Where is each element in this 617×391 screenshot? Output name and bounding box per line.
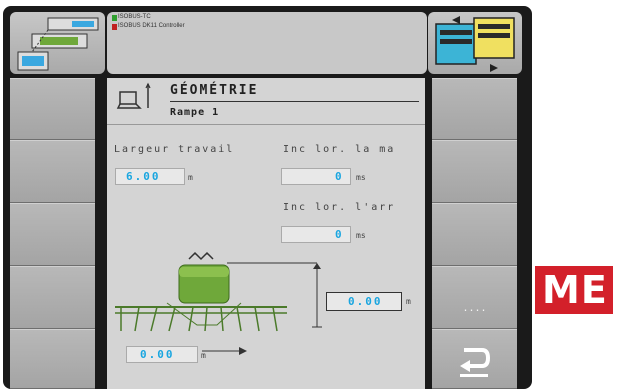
working-width-value: 6.00	[126, 170, 161, 183]
incl-front-label: Inc lor. la ma	[283, 144, 396, 155]
title-divider	[170, 101, 419, 102]
hitch-icon	[188, 251, 214, 261]
tc-status-icon	[112, 15, 117, 21]
incl-front-unit: ms	[356, 173, 366, 182]
right-softkey-2[interactable]	[432, 140, 517, 203]
switch-screen-icon	[435, 16, 515, 72]
header-line-1: ISOBUS-TC	[118, 14, 151, 20]
height-unit: m	[406, 297, 411, 306]
right-softkey-1[interactable]	[432, 78, 517, 140]
right-softkey-3[interactable]	[432, 203, 517, 266]
implement-layout-button[interactable]	[10, 12, 105, 74]
page-title: GÉOMÉTRIE	[170, 83, 259, 98]
offset-unit: m	[201, 351, 206, 360]
incl-rear-label: Inc lor. l'arr	[283, 202, 396, 213]
back-softkey[interactable]	[432, 329, 517, 389]
switch-screen-button[interactable]	[428, 12, 522, 74]
implement-layout-icon	[17, 17, 99, 71]
more-label: ....	[462, 303, 487, 314]
left-softkey-5[interactable]	[10, 329, 95, 389]
section-divider	[107, 124, 425, 125]
header-line-2: ISOBUS DK11 Controller	[118, 23, 185, 29]
working-width-unit: m	[188, 173, 193, 182]
implement-diagram	[115, 251, 322, 355]
incl-rear-unit: ms	[356, 231, 366, 240]
incl-front-value: 0	[335, 170, 344, 183]
incl-rear-value: 0	[335, 228, 344, 241]
geometry-icon	[116, 82, 151, 109]
left-softkey-2[interactable]	[10, 140, 95, 203]
page-subtitle: Rampe 1	[170, 107, 220, 118]
return-arrow-icon	[460, 348, 491, 377]
offset-value: 0.00	[140, 348, 175, 361]
more-softkey[interactable]: ....	[432, 266, 517, 329]
left-softkey-3[interactable]	[10, 203, 95, 266]
left-softkey-4[interactable]	[10, 266, 95, 329]
me-logo: ME	[535, 266, 613, 314]
controller-status-icon	[112, 24, 117, 30]
left-softkey-1[interactable]	[10, 78, 95, 140]
working-width-label: Largeur travail	[114, 144, 235, 155]
header-bar	[107, 12, 427, 74]
height-value: 0.00	[348, 295, 383, 308]
